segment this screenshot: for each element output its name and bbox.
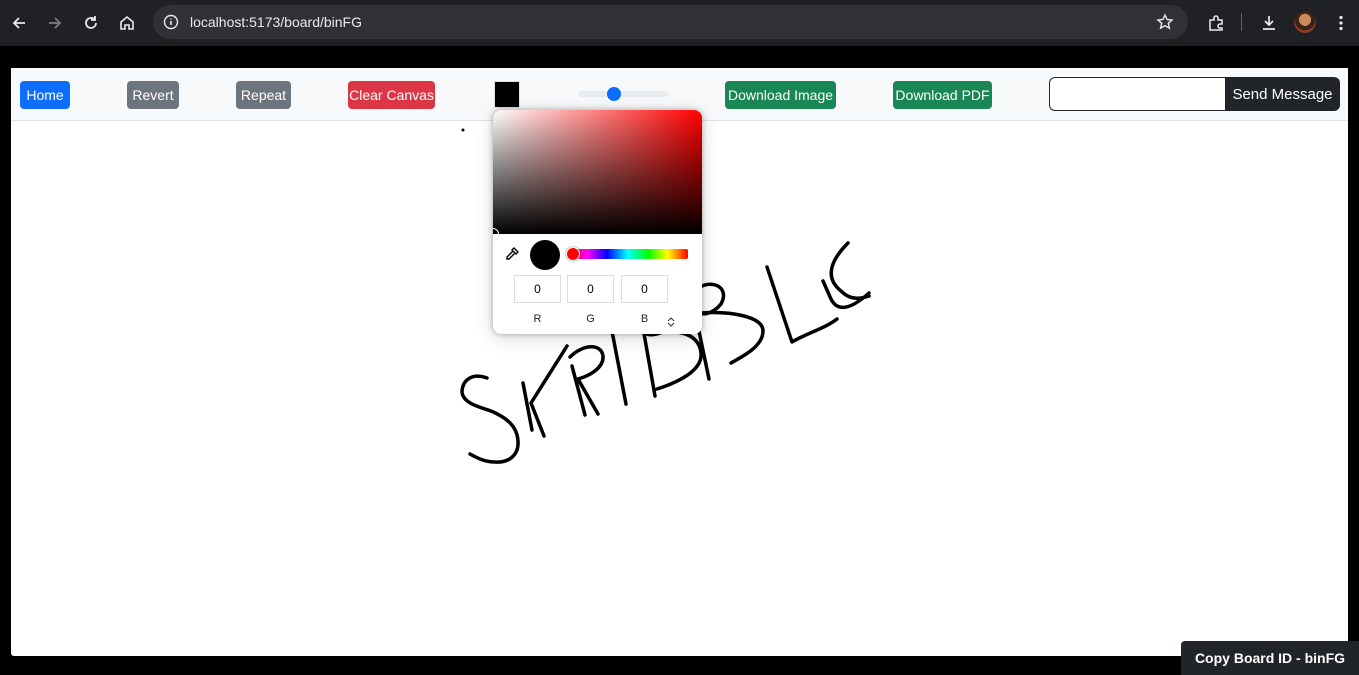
color-swatch-input[interactable]	[494, 81, 520, 108]
extensions-icon[interactable]	[1204, 11, 1228, 35]
address-bar[interactable]: localhost:5173/board/binFG	[153, 5, 1188, 39]
back-icon[interactable]	[7, 11, 31, 35]
profile-avatar[interactable]	[1294, 11, 1316, 33]
blue-input[interactable]: 0	[621, 275, 668, 303]
bookmark-star-icon[interactable]	[1156, 13, 1174, 36]
brush-size-slider[interactable]	[578, 91, 668, 97]
stroke-letter-k-arms	[529, 344, 569, 438]
repeat-button[interactable]: Repeat	[236, 81, 291, 109]
download-image-button[interactable]: Download Image	[725, 81, 836, 109]
message-input[interactable]	[1049, 77, 1225, 111]
send-message-button[interactable]: Send Message	[1225, 77, 1340, 111]
forward-icon[interactable]	[43, 11, 67, 35]
url-text: localhost:5173/board/binFG	[190, 14, 362, 30]
stroke-letter-l	[765, 265, 839, 344]
red-input[interactable]: 0	[514, 275, 561, 303]
color-picker-popover: 0 0 0 R G B	[493, 110, 702, 334]
color-preview	[530, 240, 560, 270]
copy-board-id-button[interactable]: Copy Board ID - binFG	[1181, 641, 1359, 675]
home-icon[interactable]	[115, 11, 139, 35]
saturation-area[interactable]	[493, 110, 702, 234]
brush-size-slider-thumb[interactable]	[607, 87, 621, 101]
format-toggle-icon[interactable]	[667, 314, 675, 332]
hue-slider-thumb[interactable]	[566, 247, 580, 261]
reload-icon[interactable]	[79, 11, 103, 35]
stroke-letter-e-body	[829, 241, 871, 300]
download-pdf-button[interactable]: Download PDF	[893, 81, 992, 109]
download-icon[interactable]	[1257, 11, 1281, 35]
browser-toolbar: localhost:5173/board/binFG	[0, 0, 1359, 46]
site-info-icon[interactable]	[163, 14, 179, 35]
blue-label: B	[640, 313, 649, 325]
hue-slider[interactable]	[567, 249, 688, 259]
green-label: G	[586, 313, 595, 325]
green-input[interactable]: 0	[567, 275, 614, 303]
revert-button[interactable]: Revert	[127, 81, 179, 109]
stroke-letter-i	[609, 324, 628, 406]
more-menu-icon[interactable]	[1329, 11, 1353, 35]
stroke-letter-s	[460, 374, 520, 464]
clear-canvas-button[interactable]: Clear Canvas	[348, 81, 435, 109]
red-label: R	[533, 313, 542, 325]
toolbar-divider	[1241, 13, 1242, 31]
home-button[interactable]: Home	[20, 81, 70, 109]
eyedropper-icon[interactable]	[504, 246, 520, 267]
